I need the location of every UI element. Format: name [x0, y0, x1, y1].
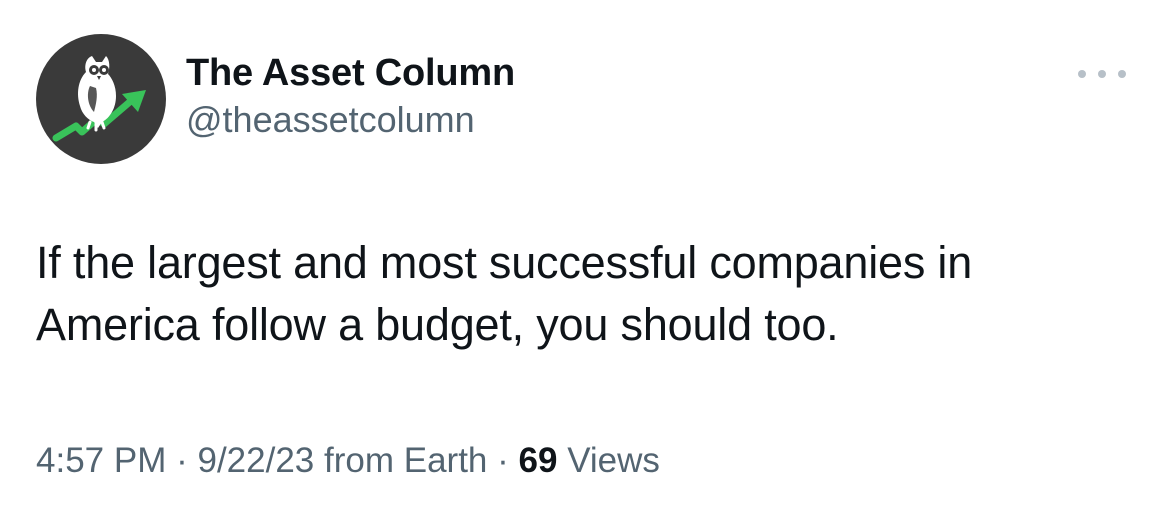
- tweet-text-line: America follow a budget, you should too.: [36, 299, 839, 350]
- tweet-date[interactable]: 9/22/23: [197, 441, 314, 480]
- display-name[interactable]: The Asset Column: [186, 50, 515, 96]
- views-label[interactable]: Views: [567, 441, 660, 480]
- tweet-meta: 4:57 PM · 9/22/23 from Earth · 69 Views: [36, 438, 660, 484]
- more-dot: [1118, 70, 1126, 78]
- tweet-source: from Earth: [324, 441, 488, 480]
- meta-separator: ·: [497, 441, 509, 480]
- avatar[interactable]: [36, 34, 166, 164]
- more-options-icon[interactable]: [1078, 62, 1126, 86]
- more-dot: [1098, 70, 1106, 78]
- tweet-text: If the largest and most successful compa…: [36, 232, 1136, 356]
- owl-logo-icon: [52, 56, 146, 142]
- author-block: The Asset Column @theassetcolumn: [186, 50, 515, 142]
- tweet-card: The Asset Column @theassetcolumn If the …: [0, 0, 1170, 513]
- views-count[interactable]: 69: [519, 441, 558, 480]
- tweet-time[interactable]: 4:57 PM: [36, 441, 166, 480]
- user-handle[interactable]: @theassetcolumn: [186, 98, 515, 142]
- meta-separator: ·: [176, 441, 188, 480]
- more-dot: [1078, 70, 1086, 78]
- tweet-text-line: If the largest and most successful compa…: [36, 237, 973, 288]
